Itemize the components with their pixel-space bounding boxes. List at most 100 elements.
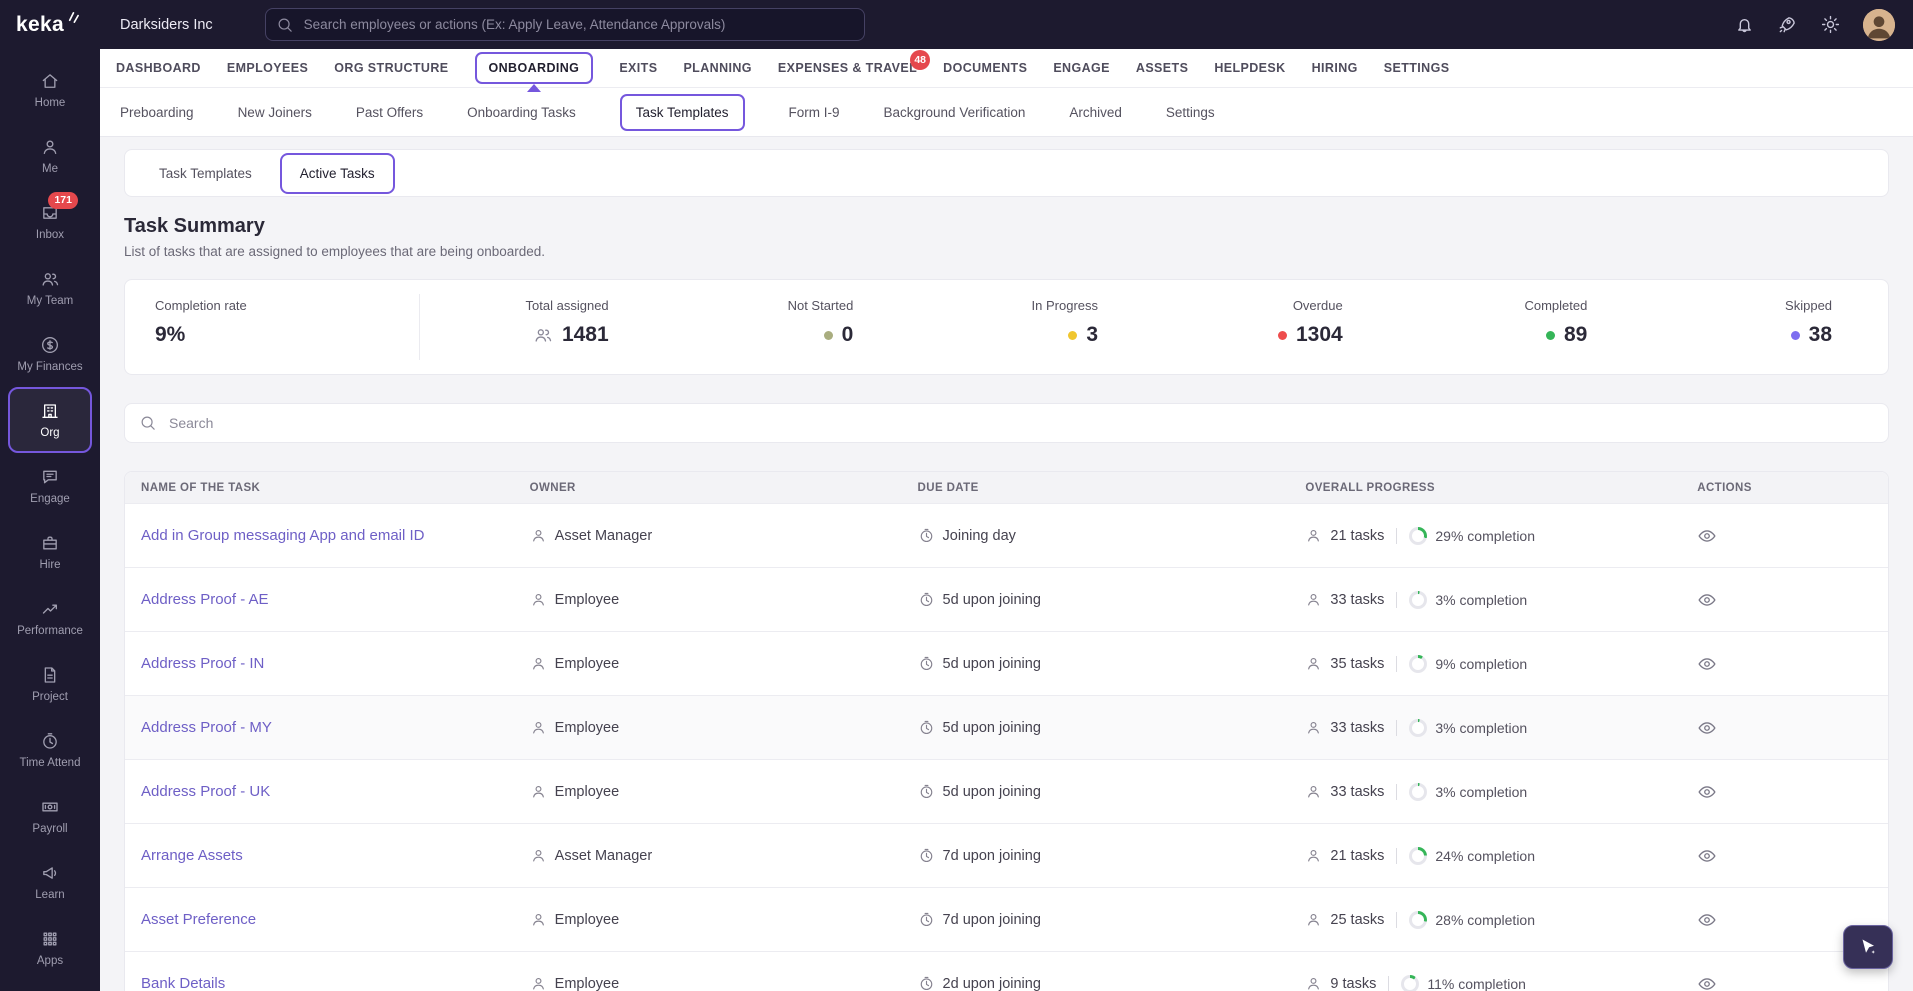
- user-avatar[interactable]: [1863, 8, 1895, 41]
- subnav-tab-task-templates[interactable]: Task Templates: [619, 93, 745, 131]
- sidebar-item-my-team[interactable]: My Team: [8, 255, 92, 321]
- task-name-link[interactable]: Add in Group messaging App and email ID: [141, 527, 425, 544]
- sidebar-item-hire[interactable]: Hire: [8, 519, 92, 585]
- sidebar-item-payroll[interactable]: Payroll: [8, 783, 92, 849]
- stat-label: Overdue: [1292, 298, 1343, 313]
- user-icon: [1305, 527, 1322, 544]
- sidebar-item-performance[interactable]: Performance: [8, 585, 92, 651]
- status-dot: [1546, 330, 1555, 340]
- nav-tab-documents[interactable]: DOCUMENTS: [943, 61, 1027, 75]
- sidebar-item-apps[interactable]: Apps: [8, 915, 92, 981]
- view-task-button[interactable]: [1697, 654, 1717, 674]
- task-name-link[interactable]: Address Proof - MY: [141, 719, 272, 736]
- owner-text: Asset Manager: [554, 847, 653, 864]
- sidebar-item-project[interactable]: Project: [8, 651, 92, 717]
- progress-label: 29% completion: [1435, 527, 1536, 544]
- view-task-button[interactable]: [1697, 782, 1717, 802]
- notifications-icon[interactable]: [1734, 14, 1755, 35]
- subnav-tab-form-i-9[interactable]: Form I-9: [789, 105, 840, 120]
- stat-value: 1304: [1295, 323, 1343, 346]
- status-dot: [823, 330, 833, 340]
- grid-icon: [40, 929, 60, 949]
- task-name-link[interactable]: Address Proof - AE: [141, 591, 269, 608]
- view-task-button[interactable]: [1697, 910, 1717, 930]
- view-task-button[interactable]: [1697, 718, 1717, 738]
- progress-separator: [1396, 655, 1398, 672]
- view-task-button[interactable]: [1697, 590, 1717, 610]
- main-area: DASHBOARD EMPLOYEES ORG STRUCTURE ONBOARDIN…: [100, 49, 1913, 991]
- view-tab-task-templates[interactable]: Task Templates: [143, 156, 268, 191]
- nav-tab-settings[interactable]: SETTINGS: [1384, 61, 1450, 75]
- subnav-tab-preboarding[interactable]: Preboarding: [120, 105, 194, 120]
- nav-tab-dashboard[interactable]: DASHBOARD: [116, 61, 201, 75]
- task-name-link[interactable]: Bank Details: [141, 975, 225, 991]
- sidebar-item-learn[interactable]: Learn: [8, 849, 92, 915]
- table-search-input[interactable]: [167, 414, 1874, 432]
- sidebar-item-label: Engage: [30, 493, 70, 505]
- subnav-tab-past-offers[interactable]: Past Offers: [356, 105, 423, 120]
- view-task-button[interactable]: [1697, 846, 1717, 866]
- sidebar-item-engage[interactable]: Engage: [8, 453, 92, 519]
- nav-tab-helpdesk[interactable]: HELPDESK: [1214, 61, 1285, 75]
- user-icon: [1305, 911, 1322, 928]
- assistant-button[interactable]: [1843, 925, 1893, 969]
- user-icon: [1305, 655, 1322, 672]
- view-task-button[interactable]: [1697, 526, 1717, 546]
- task-name-link[interactable]: Arrange Assets: [141, 847, 243, 864]
- nav-tab-expenses-travel[interactable]: EXPENSES & TRAVEL 48: [778, 50, 931, 75]
- eye-icon: [1697, 974, 1717, 991]
- user-icon: [1305, 847, 1322, 864]
- briefcase-icon: [40, 533, 60, 553]
- view-tab-active-tasks[interactable]: Active Tasks: [279, 152, 395, 194]
- task-name-link[interactable]: Address Proof - IN: [141, 655, 264, 672]
- nav-tab-label: ENGAGE: [1053, 61, 1110, 75]
- task-name-link[interactable]: Address Proof - UK: [141, 783, 270, 800]
- sidebar-item-home[interactable]: Home: [8, 57, 92, 123]
- nav-tab-engage[interactable]: ENGAGE: [1053, 61, 1110, 75]
- task-name-link[interactable]: Asset Preference: [141, 911, 256, 928]
- nav-tab-label: HELPDESK: [1214, 61, 1286, 75]
- subnav-tab-background-verification[interactable]: Background Verification: [884, 105, 1026, 120]
- stat-not-started: Not Started 0: [665, 280, 910, 374]
- progress-separator: [1396, 847, 1398, 864]
- coin-icon: [40, 335, 60, 355]
- clock-icon: [918, 719, 935, 736]
- sidebar-item-inbox[interactable]: Inbox 171: [8, 189, 92, 255]
- global-search[interactable]: [264, 8, 865, 41]
- eye-icon: [1697, 718, 1717, 738]
- sidebar-item-time-attend[interactable]: Time Attend: [8, 717, 92, 783]
- nav-tab-label: SETTINGS: [1383, 61, 1450, 75]
- keka-logo[interactable]: keka: [16, 11, 79, 37]
- stat-value: 0: [841, 323, 854, 346]
- global-search-input[interactable]: [301, 16, 854, 33]
- nav-tab-planning[interactable]: PLANNING: [683, 61, 751, 75]
- sidebar-item-me[interactable]: Me: [8, 123, 92, 189]
- nav-tab-onboarding[interactable]: ONBOARDING: [474, 52, 594, 92]
- subnav-tab-archived[interactable]: Archived: [1069, 105, 1122, 120]
- sidebar-item-org[interactable]: Org: [8, 387, 92, 453]
- sidebar-item-my-finances[interactable]: My Finances: [8, 321, 92, 387]
- nav-tab-hiring[interactable]: HIRING: [1312, 61, 1358, 75]
- task-count-text: 9 tasks: [1330, 975, 1377, 991]
- settings-icon[interactable]: [1820, 14, 1841, 35]
- whats-new-icon[interactable]: [1777, 14, 1798, 35]
- subnav-tab-new-joiners[interactable]: New Joiners: [238, 105, 312, 120]
- nav-tab-employees[interactable]: EMPLOYEES: [227, 61, 308, 75]
- nav-tab-assets[interactable]: ASSETS: [1136, 61, 1188, 75]
- sidebar-item-label: My Finances: [17, 361, 83, 373]
- column-header-actions: ACTIONS: [1697, 481, 1752, 494]
- nav-tab-label: ONBOARDING: [488, 61, 580, 75]
- subnav-tab-onboarding-tasks[interactable]: Onboarding Tasks: [467, 105, 576, 120]
- table-row: Address Proof - AE Employee 5d upon joinin…: [125, 567, 1888, 631]
- user-icon: [530, 591, 547, 608]
- view-task-button[interactable]: [1697, 974, 1717, 991]
- table-search[interactable]: [124, 403, 1889, 443]
- owner-text: Employee: [554, 719, 620, 736]
- nav-tab-org-structure[interactable]: ORG STRUCTURE: [334, 61, 448, 75]
- nav-tab-exits[interactable]: EXITS: [619, 61, 657, 75]
- building-icon: [40, 401, 60, 421]
- subnav-tab-settings[interactable]: Settings: [1166, 105, 1215, 120]
- logo-area: keka: [0, 11, 100, 37]
- nav-tab-label: ASSETS: [1135, 61, 1189, 75]
- stat-value: 38: [1808, 323, 1833, 346]
